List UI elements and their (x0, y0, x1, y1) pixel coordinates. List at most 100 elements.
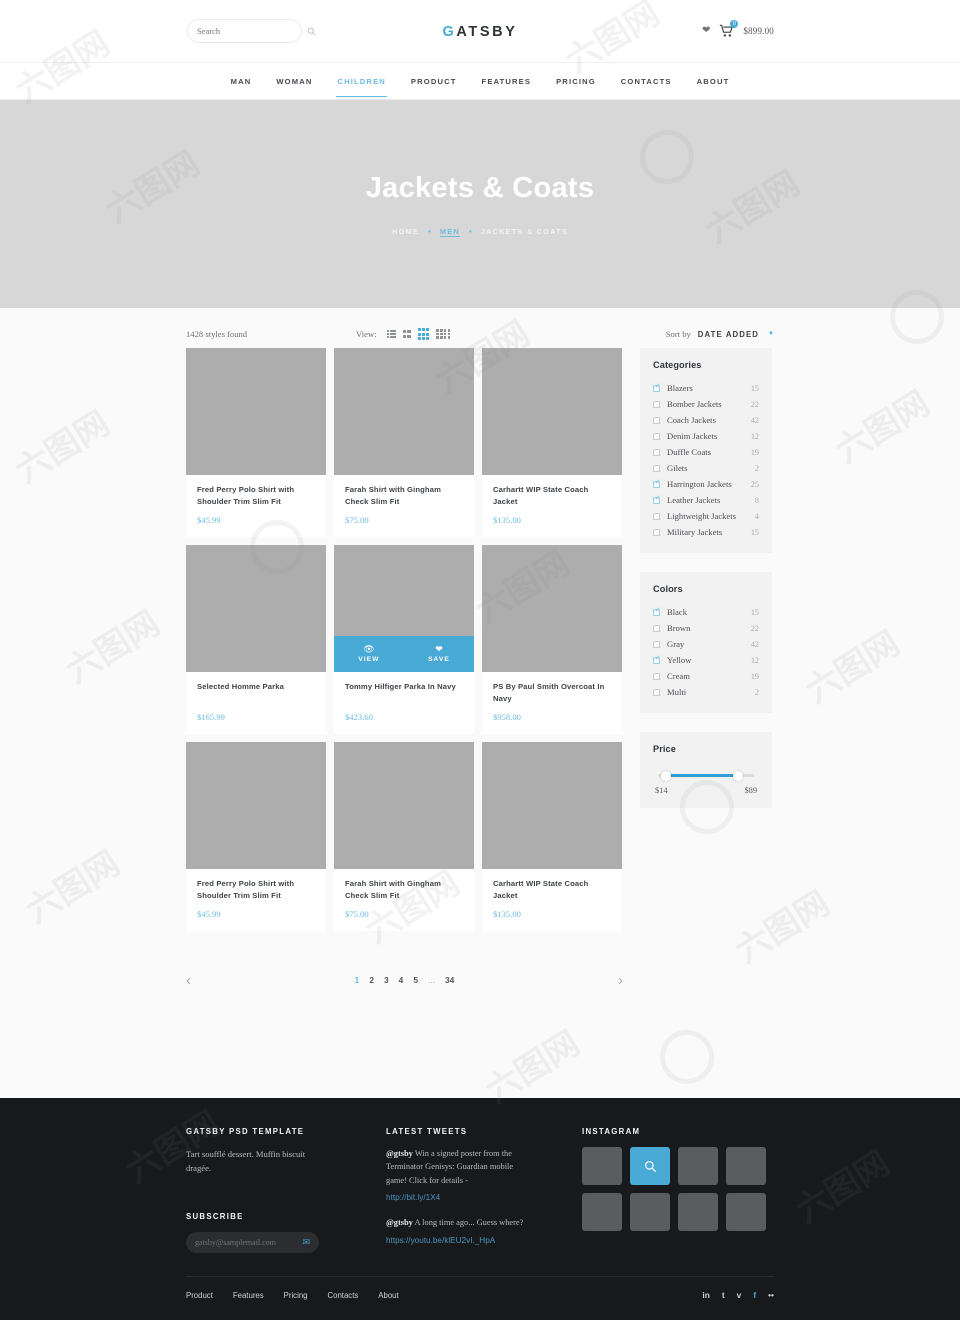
product-image[interactable] (482, 348, 622, 475)
checkbox-icon[interactable] (653, 606, 661, 616)
footer-link-product[interactable]: Product (186, 1291, 213, 1300)
checkbox-icon[interactable] (653, 464, 660, 472)
nav-item-woman[interactable]: WOMAN (275, 66, 313, 97)
filter-row[interactable]: Black 15 (653, 604, 759, 620)
filter-row[interactable]: Bomber Jackets 22 (653, 396, 759, 412)
product-image[interactable] (186, 545, 326, 672)
cart-button[interactable]: 0 (719, 20, 739, 38)
page-ellipsis[interactable]: ... (428, 975, 435, 985)
sort-control[interactable]: Sort by DATE ADDED ▼ (666, 329, 774, 339)
checkbox-icon[interactable] (653, 688, 660, 696)
breadcrumb-item-2[interactable]: JACKETS & COATS (481, 227, 568, 236)
filter-row[interactable]: Yellow 12 (653, 652, 759, 668)
breadcrumb-item-1[interactable]: MEN (439, 227, 460, 237)
product-image[interactable] (482, 545, 622, 672)
price-slider[interactable]: $14 $89 (653, 764, 759, 795)
filter-row[interactable]: Coach Jackets 42 (653, 412, 759, 428)
product-image[interactable] (186, 348, 326, 475)
heart-icon[interactable]: ❤ (702, 26, 710, 36)
save-action[interactable]: ❤ SAVE (404, 636, 474, 672)
chevron-left-icon[interactable]: ‹ (186, 972, 191, 989)
facebook-icon[interactable]: f (753, 1290, 756, 1300)
tweet-handle[interactable]: @gtsby (386, 1149, 413, 1158)
product-card[interactable]: Carhartt WIP State Coach Jacket $135.00 (482, 348, 622, 537)
nav-item-about[interactable]: ABOUT (696, 66, 731, 97)
filter-row[interactable]: Brown 22 (653, 620, 759, 636)
product-image[interactable] (186, 742, 326, 869)
page-3[interactable]: 3 (384, 975, 389, 985)
checkbox-icon[interactable] (653, 478, 661, 488)
instagram-thumb[interactable] (678, 1193, 718, 1231)
filter-row[interactable]: Blazers 15 (653, 380, 759, 396)
nav-item-contacts[interactable]: CONTACTS (620, 66, 673, 97)
twitter-icon[interactable]: t (722, 1290, 725, 1300)
nav-item-product[interactable]: PRODUCT (410, 66, 458, 97)
instagram-thumb[interactable] (582, 1193, 622, 1231)
flickr-icon[interactable]: •• (768, 1290, 774, 1300)
breadcrumb-item-0[interactable]: HOME (392, 227, 419, 236)
vimeo-icon[interactable]: v (737, 1290, 742, 1300)
tweet-link[interactable]: http://bit.ly/1X4 (386, 1193, 440, 1202)
instagram-thumb[interactable] (726, 1147, 766, 1185)
tweet-handle[interactable]: @gtsby (386, 1218, 413, 1227)
nav-item-pricing[interactable]: PRICING (555, 66, 597, 97)
page-34[interactable]: 34 (445, 975, 454, 985)
product-image[interactable] (482, 742, 622, 869)
brand-logo[interactable]: GATSBY (0, 24, 960, 40)
product-card[interactable]: Fred Perry Polo Shirt with Shoulder Trim… (186, 742, 326, 931)
page-5[interactable]: 5 (413, 975, 418, 985)
product-card[interactable]: Farah Shirt with Gingham Check Slim Fit … (334, 348, 474, 537)
checkbox-icon[interactable] (653, 416, 660, 424)
instagram-thumb[interactable] (678, 1147, 718, 1185)
instagram-thumb[interactable] (630, 1147, 670, 1185)
checkbox-icon[interactable] (653, 512, 660, 520)
nav-item-features[interactable]: FEATURES (481, 66, 533, 97)
product-card[interactable]: 👁 VIEW ❤ SAVE Tommy Hilfiger Parka In Na… (334, 545, 474, 734)
nav-item-children[interactable]: CHILDREN (336, 66, 387, 97)
filter-row[interactable]: Denim Jackets 12 (653, 428, 759, 444)
checkbox-icon[interactable] (653, 448, 660, 456)
grid-2-view-icon[interactable] (402, 329, 411, 339)
subscribe-email-input[interactable] (195, 1238, 303, 1248)
linkedin-icon[interactable]: in (702, 1290, 709, 1300)
product-image[interactable]: 👁 VIEW ❤ SAVE (334, 545, 474, 672)
filter-row[interactable]: Cream 19 (653, 668, 759, 684)
instagram-thumb[interactable] (630, 1193, 670, 1231)
checkbox-icon[interactable] (653, 528, 660, 536)
footer-link-about[interactable]: About (378, 1291, 398, 1300)
filter-row[interactable]: Gray 42 (653, 636, 759, 652)
grid-4-view-icon[interactable] (436, 329, 450, 339)
footer-link-features[interactable]: Features (233, 1291, 264, 1300)
envelope-icon[interactable]: ✉ (302, 1237, 310, 1248)
slider-handle-max[interactable] (733, 770, 744, 781)
product-card[interactable]: Carhartt WIP State Coach Jacket $135.00 (482, 742, 622, 931)
sort-value[interactable]: DATE ADDED (698, 330, 759, 339)
checkbox-icon[interactable] (653, 382, 661, 392)
nav-item-man[interactable]: MAN (230, 66, 253, 97)
grid-3-view-icon[interactable] (417, 328, 430, 340)
product-card[interactable]: PS By Paul Smith Overcoat In Navy $958.0… (482, 545, 622, 734)
product-image[interactable] (334, 348, 474, 475)
checkbox-icon[interactable] (653, 400, 660, 408)
checkbox-icon[interactable] (653, 432, 660, 440)
filter-row[interactable]: Duffle Coats 19 (653, 444, 759, 460)
filter-row[interactable]: Lightweight Jackets 4 (653, 508, 759, 524)
filter-row[interactable]: Military Jackets 15 (653, 524, 759, 540)
filter-row[interactable]: Leather Jackets 8 (653, 492, 759, 508)
chevron-down-icon[interactable]: ▼ (768, 331, 774, 337)
slider-handle-min[interactable] (660, 770, 671, 781)
checkbox-icon[interactable] (653, 494, 661, 504)
instagram-thumb[interactable] (726, 1193, 766, 1231)
page-2[interactable]: 2 (369, 975, 374, 985)
slider-track[interactable] (658, 770, 754, 781)
page-4[interactable]: 4 (399, 975, 404, 985)
filter-row[interactable]: Harrington Jackets 25 (653, 476, 759, 492)
checkbox-icon[interactable] (653, 672, 660, 680)
page-1[interactable]: 1 (355, 975, 360, 985)
view-action[interactable]: 👁 VIEW (334, 636, 404, 672)
list-view-icon[interactable] (386, 329, 396, 339)
filter-row[interactable]: Gilets 2 (653, 460, 759, 476)
product-card[interactable]: Selected Homme Parka $165.99 (186, 545, 326, 734)
tweet-link[interactable]: https://youtu.be/klEU2vI._HpA (386, 1236, 495, 1245)
footer-link-contacts[interactable]: Contacts (328, 1291, 359, 1300)
